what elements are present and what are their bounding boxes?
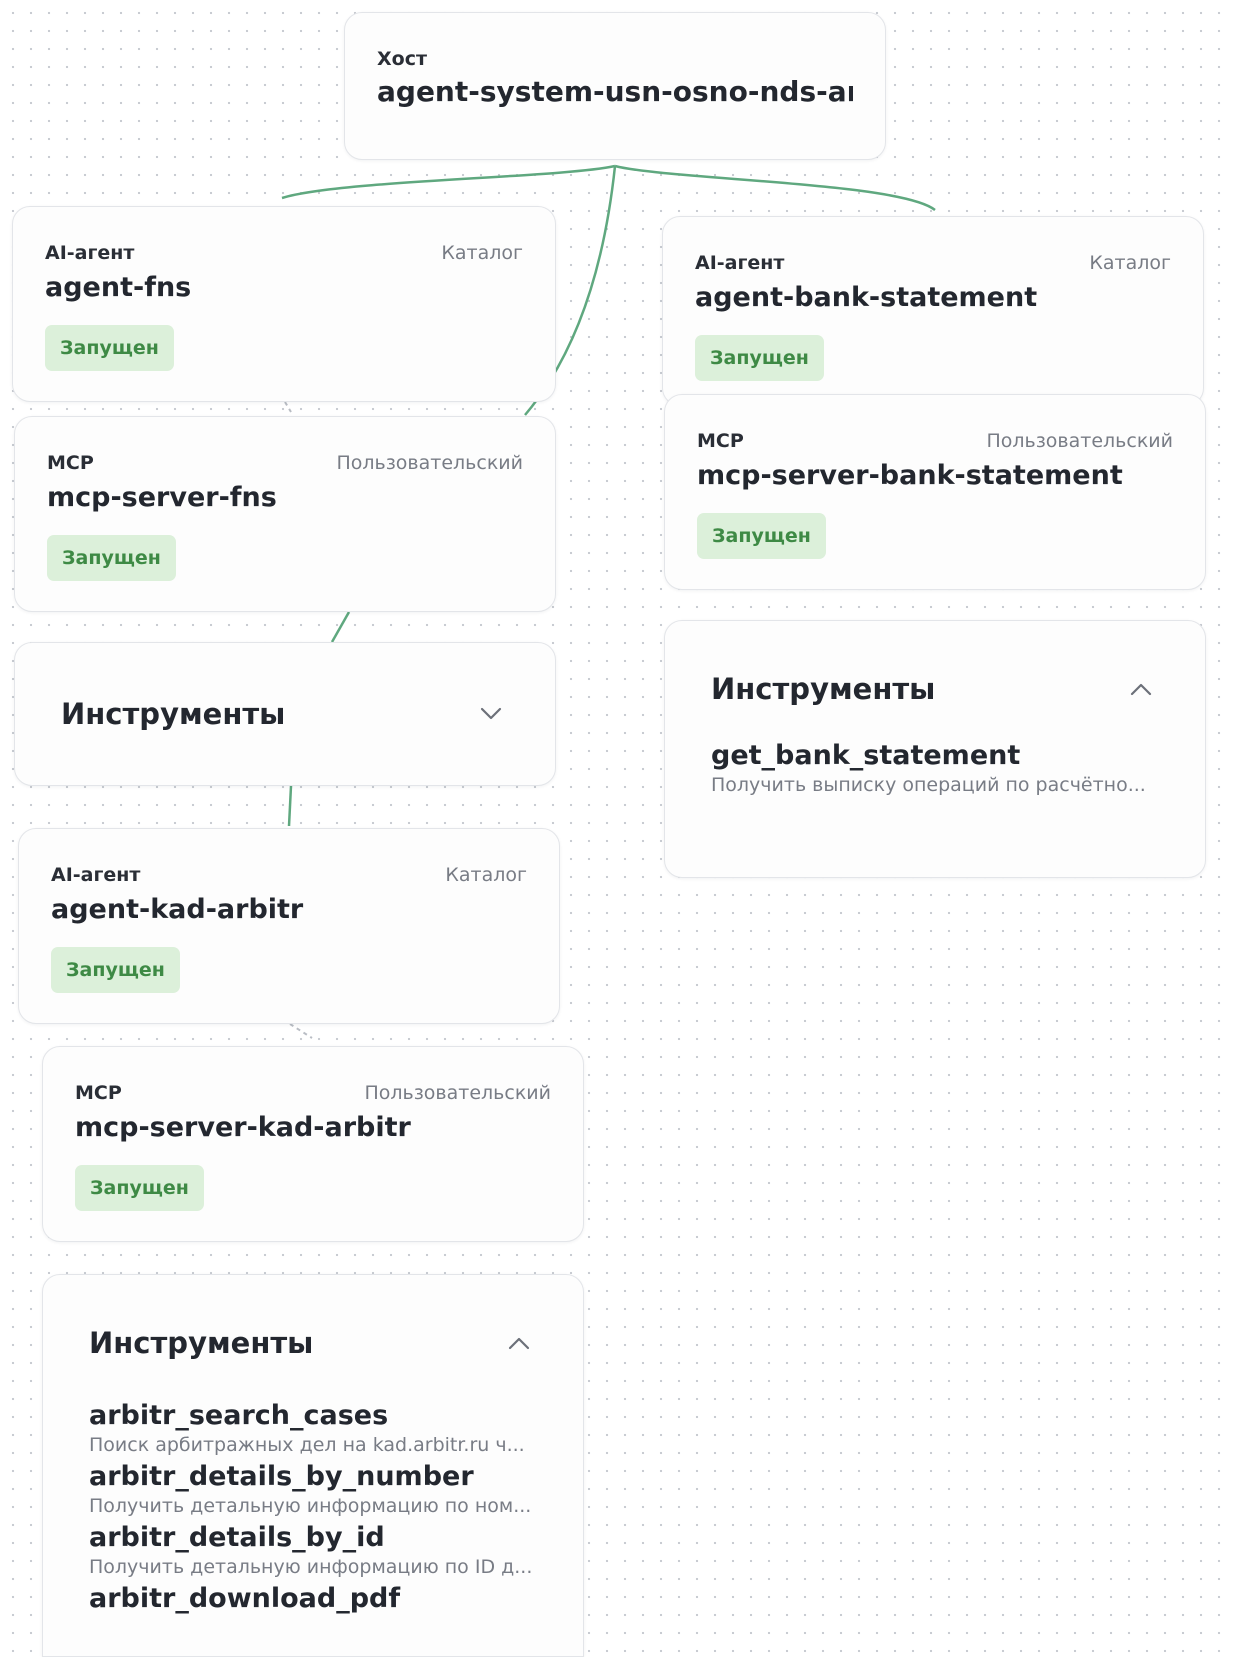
tools-card-bank-statement[interactable]: Инструменты get_bank_statement Получить … <box>664 620 1206 878</box>
tool-description: Получить детальную информацию по ном... <box>89 1495 532 1517</box>
tool-description: Поиск арбитражных дел на kad.arbitr.ru ч… <box>89 1434 525 1456</box>
mcp-card-bank-statement[interactable]: MCP Пользовательский mcp-server-bank-sta… <box>664 394 1206 590</box>
tool-item[interactable]: arbitr_download_pdf <box>89 1582 537 1616</box>
card-type-label: MCP <box>75 1082 122 1104</box>
card-source-tag: Пользовательский <box>364 1082 551 1104</box>
mcp-card-fns[interactable]: MCP Пользовательский mcp-server-fns Запу… <box>14 416 556 612</box>
card-title: mcp-server-bank-statement <box>697 460 1123 491</box>
tool-name: get_bank_statement <box>711 740 1021 771</box>
card-source-tag: Пользовательский <box>986 430 1173 452</box>
host-title: agent-system-usn-osno-nds-and-ri... <box>377 75 853 108</box>
mcp-card-kad-arbitr[interactable]: MCP Пользовательский mcp-server-kad-arbi… <box>42 1046 584 1242</box>
tool-item[interactable]: arbitr_search_cases Поиск арбитражных де… <box>89 1399 537 1458</box>
chevron-down-icon[interactable] <box>473 696 509 732</box>
card-source-tag: Каталог <box>441 242 523 264</box>
card-title: agent-kad-arbitr <box>51 894 304 925</box>
status-badge: Запущен <box>695 335 824 381</box>
card-source-tag: Каталог <box>1089 252 1171 274</box>
tool-name: arbitr_details_by_number <box>89 1461 474 1492</box>
status-badge: Запущен <box>45 325 174 371</box>
tool-item[interactable]: get_bank_statement Получить выписку опер… <box>711 739 1159 798</box>
host-card[interactable]: Хост agent-system-usn-osno-nds-and-ri... <box>344 12 886 160</box>
card-type-label: MCP <box>47 452 94 474</box>
edge-host-agent-kad-mid <box>330 611 351 643</box>
status-badge: Запущен <box>47 535 176 581</box>
tool-name: arbitr_download_pdf <box>89 1583 401 1614</box>
agent-card-fns[interactable]: AI-агент Каталог agent-fns Запущен <box>12 206 556 402</box>
status-badge: Запущен <box>75 1165 204 1211</box>
agent-card-bank-statement[interactable]: AI-агент Каталог agent-bank-statement За… <box>662 216 1204 406</box>
tool-name: arbitr_details_by_id <box>89 1522 385 1553</box>
tools-card-fns[interactable]: Инструменты <box>14 642 556 786</box>
card-type-label: AI-агент <box>45 242 135 264</box>
card-title: agent-fns <box>45 272 192 303</box>
tool-name: arbitr_search_cases <box>89 1400 389 1431</box>
card-source-tag: Пользовательский <box>336 452 523 474</box>
tool-description: Получить выписку операций по расчётно... <box>711 774 1146 796</box>
chevron-up-icon[interactable] <box>1123 671 1159 707</box>
edge-host-agent-fns <box>281 164 616 200</box>
tool-item[interactable]: arbitr_details_by_number Получить деталь… <box>89 1460 537 1519</box>
tools-title: Инструменты <box>89 1326 314 1360</box>
tools-title: Инструменты <box>61 697 286 731</box>
tool-item[interactable]: arbitr_details_by_id Получить детальную … <box>89 1521 537 1580</box>
card-source-tag: Каталог <box>445 864 527 886</box>
agent-card-kad-arbitr[interactable]: AI-агент Каталог agent-kad-arbitr Запуще… <box>18 828 560 1024</box>
status-badge: Запущен <box>51 947 180 993</box>
card-type-label: MCP <box>697 430 744 452</box>
host-type-label: Хост <box>377 48 427 70</box>
edge-agent-kad-mcp-kad <box>289 1023 313 1039</box>
card-title: agent-bank-statement <box>695 282 1038 313</box>
card-title: mcp-server-fns <box>47 482 277 513</box>
chevron-up-icon[interactable] <box>501 1325 537 1361</box>
tools-card-kad-arbitr[interactable]: Инструменты arbitr_search_cases Поиск ар… <box>42 1274 584 1657</box>
card-type-label: AI-агент <box>695 252 785 274</box>
edge-host-agent-bank <box>614 164 936 211</box>
card-type-label: AI-агент <box>51 864 141 886</box>
tools-title: Инструменты <box>711 672 936 706</box>
card-title: mcp-server-kad-arbitr <box>75 1112 411 1143</box>
edge-host-agent-kad-low <box>287 785 293 827</box>
tool-description: Получить детальную информацию по ID д... <box>89 1556 533 1578</box>
edge-agent-fns-mcp-fns <box>284 401 292 413</box>
status-badge: Запущен <box>697 513 826 559</box>
